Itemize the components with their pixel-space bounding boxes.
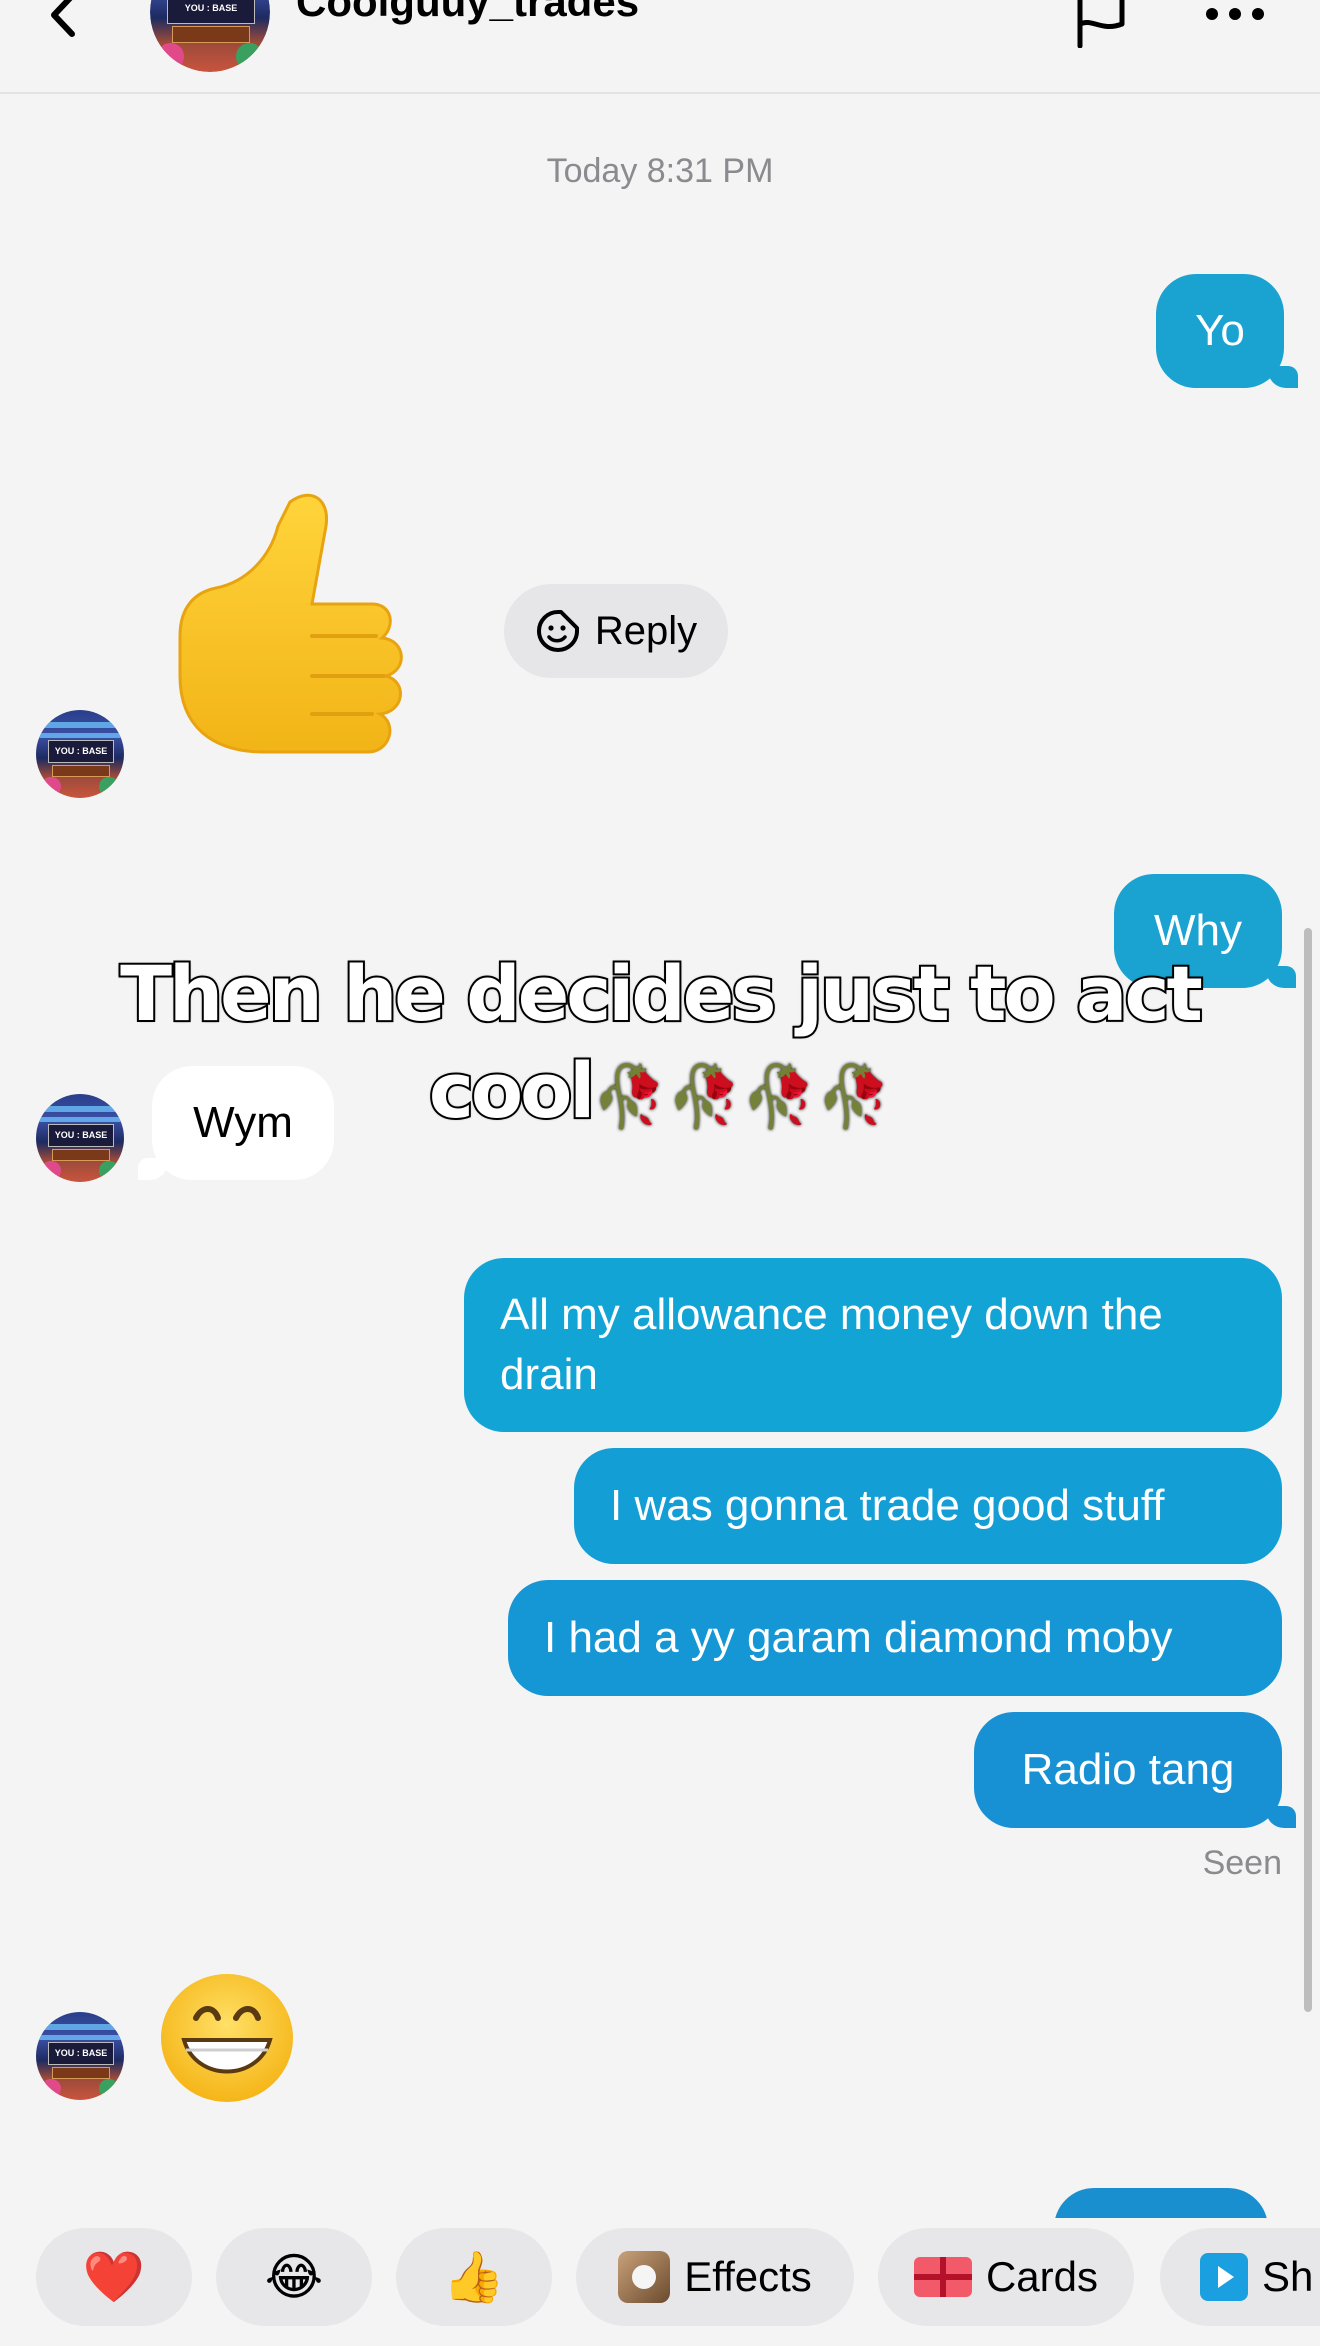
laughing-face-icon: 😂: [264, 2249, 324, 2305]
share-label: Sh: [1262, 2253, 1314, 2300]
avatar-banner-text: YOU : BASE: [166, 0, 256, 24]
report-button[interactable]: [1070, 0, 1130, 49]
thumbs-up-emoji-message[interactable]: [172, 486, 460, 778]
chevron-left-icon: [51, 0, 75, 37]
thumbs-up-reaction-button[interactable]: 👍: [396, 2228, 552, 2326]
reply-label: Reply: [594, 608, 698, 653]
message-text: I had a yy garam diamond moby: [544, 1613, 1173, 1663]
chat-header: YOU : BASE Coolguuy_trades: [0, 0, 1320, 94]
message-text: Radio tang: [1021, 1745, 1235, 1795]
reply-button[interactable]: Reply: [504, 584, 728, 678]
message-bubble-partial[interactable]: [1054, 2188, 1268, 2218]
laugh-reaction-button[interactable]: 😂: [216, 2228, 372, 2326]
heart-icon: ❤️: [82, 2248, 146, 2305]
header-avatar[interactable]: YOU : BASE: [150, 0, 270, 72]
message-bubble-sent[interactable]: Radio tang: [974, 1712, 1296, 1828]
share-button[interactable]: Sh: [1160, 2228, 1320, 2326]
heart-reaction-button[interactable]: ❤️: [36, 2228, 192, 2326]
message-bubble-sent[interactable]: All my allowance money down the drain: [464, 1258, 1282, 1432]
sender-avatar[interactable]: YOU : BASE: [36, 2012, 124, 2100]
cards-button[interactable]: Cards: [878, 2228, 1134, 2326]
grinning-face-icon: [161, 1974, 293, 2102]
message-timestamp: Today 8:31 PM: [546, 152, 774, 190]
sticker-smile-icon: [536, 610, 579, 652]
more-horizontal-icon: [1206, 8, 1264, 20]
flag-icon: [1077, 0, 1125, 49]
cards-label: Cards: [985, 2253, 1099, 2300]
sender-avatar[interactable]: YOU : BASE: [36, 710, 124, 798]
avatar-banner-text: YOU : BASE: [48, 2041, 114, 2066]
quick-actions-bar: ❤️ 😂 👍 Effects Cards Sh: [0, 2228, 1320, 2346]
message-text: I was gonna trade good stuff: [610, 1481, 1165, 1531]
thumbs-up-icon: 👍: [442, 2248, 506, 2305]
video-caption-overlay: Then he decides just to act cool🥀🥀🥀🥀: [80, 946, 1240, 1139]
scrollbar[interactable]: [1304, 928, 1312, 2012]
effects-label: Effects: [684, 2253, 812, 2300]
effects-icon: [618, 2251, 671, 2303]
play-square-icon: [1200, 2253, 1248, 2301]
message-text: Yo: [1195, 306, 1245, 356]
chat-screen: YOU : BASE Coolguuy_trades Today 8:31 PM…: [0, 0, 1320, 2346]
message-bubble-sent[interactable]: I had a yy garam diamond moby: [508, 1580, 1282, 1696]
gift-card-icon: [913, 2257, 972, 2297]
back-button[interactable]: [40, 0, 90, 40]
avatar-banner-text: YOU : BASE: [48, 739, 114, 764]
effects-button[interactable]: Effects: [576, 2228, 854, 2326]
grinning-face-emoji-message[interactable]: [156, 1970, 298, 2106]
message-bubble-sent[interactable]: Yo: [1156, 274, 1298, 388]
thumbs-up-icon: [178, 493, 403, 754]
message-bubble-sent[interactable]: I was gonna trade good stuff: [574, 1448, 1282, 1564]
wilted-rose-emojis: 🥀🥀🥀🥀: [592, 1061, 892, 1132]
seen-indicator: Seen: [1202, 1844, 1282, 1882]
message-text: All my allowance money down the drain: [500, 1290, 1163, 1399]
more-options-button[interactable]: [1200, 2, 1270, 26]
chat-username[interactable]: Coolguuy_trades: [296, 0, 639, 26]
